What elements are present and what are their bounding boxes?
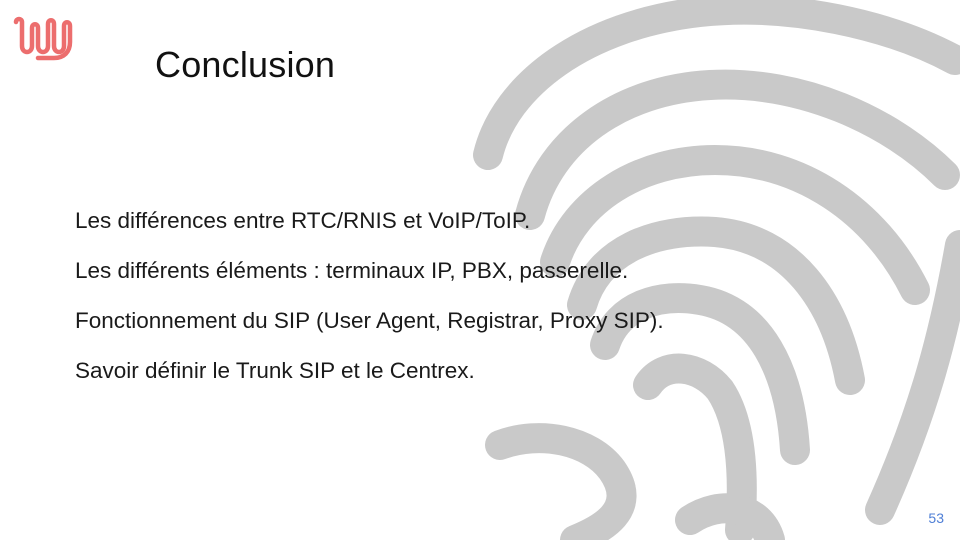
bullet-item: Savoir définir le Trunk SIP et le Centre… — [75, 358, 475, 383]
bullet-item: Fonctionnement du SIP (User Agent, Regis… — [75, 308, 664, 333]
bullet-item: Les différents éléments : terminaux IP, … — [75, 258, 629, 283]
slide-title: Conclusion — [155, 44, 336, 85]
bullet-list: Les différences entre RTC/RNIS et VoIP/T… — [75, 208, 664, 408]
bullet-item: Les différences entre RTC/RNIS et VoIP/T… — [75, 208, 531, 233]
slide: Conclusion Les différences entre RTC/RNI… — [0, 0, 960, 540]
wavy-line-logo — [13, 16, 73, 61]
page-number: 53 — [928, 510, 944, 526]
